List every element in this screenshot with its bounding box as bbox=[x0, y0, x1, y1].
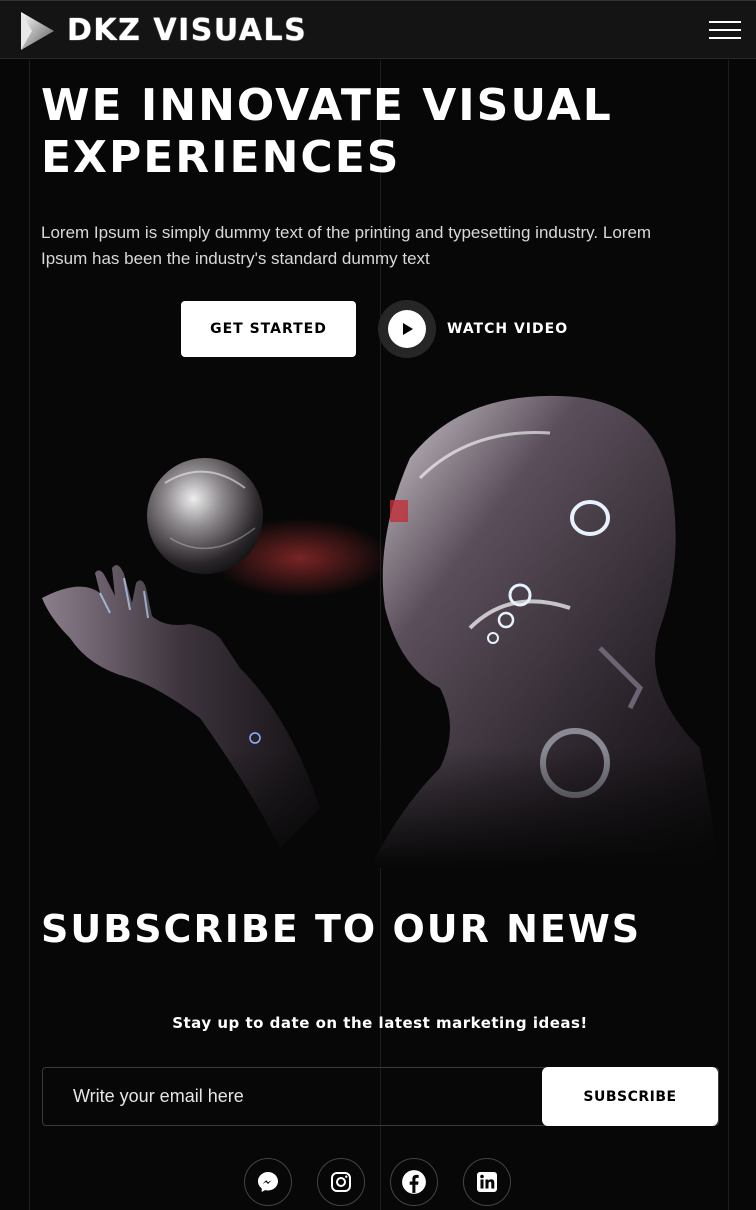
messenger-icon[interactable] bbox=[244, 1158, 292, 1206]
watch-video-button[interactable]: WATCH VIDEO bbox=[378, 299, 568, 359]
play-triangle-logo-icon[interactable] bbox=[18, 10, 56, 52]
subscribe-subtitle: Stay up to date on the latest marketing … bbox=[172, 1014, 588, 1032]
brand-name[interactable]: DKZ VISUALS bbox=[67, 13, 307, 48]
subscribe-button[interactable]: SUBSCRIBE bbox=[542, 1067, 718, 1126]
hamburger-menu-icon[interactable] bbox=[709, 21, 741, 41]
layout-guide-line bbox=[728, 60, 729, 1210]
linkedin-icon[interactable] bbox=[463, 1158, 511, 1206]
play-icon bbox=[403, 323, 413, 335]
subscribe-title: SUBSCRIBE TO OUR NEWS bbox=[41, 907, 642, 951]
hero-title: WE INNOVATE VISUAL EXPERIENCES bbox=[41, 80, 613, 183]
play-button-ring[interactable] bbox=[378, 300, 436, 358]
robot-hero-illustration bbox=[40, 388, 720, 868]
site-header: DKZ VISUALS bbox=[0, 0, 756, 59]
get-started-button[interactable]: GET STARTED bbox=[181, 301, 356, 357]
hero-description: Lorem Ipsum is simply dummy text of the … bbox=[41, 223, 652, 268]
subscribe-form: SUBSCRIBE bbox=[42, 1067, 719, 1126]
layout-guide-line bbox=[29, 60, 30, 1210]
facebook-icon[interactable] bbox=[390, 1158, 438, 1206]
email-input[interactable] bbox=[43, 1068, 543, 1125]
watch-video-label: WATCH VIDEO bbox=[447, 321, 569, 337]
social-links bbox=[244, 1158, 511, 1206]
instagram-icon[interactable] bbox=[317, 1158, 365, 1206]
